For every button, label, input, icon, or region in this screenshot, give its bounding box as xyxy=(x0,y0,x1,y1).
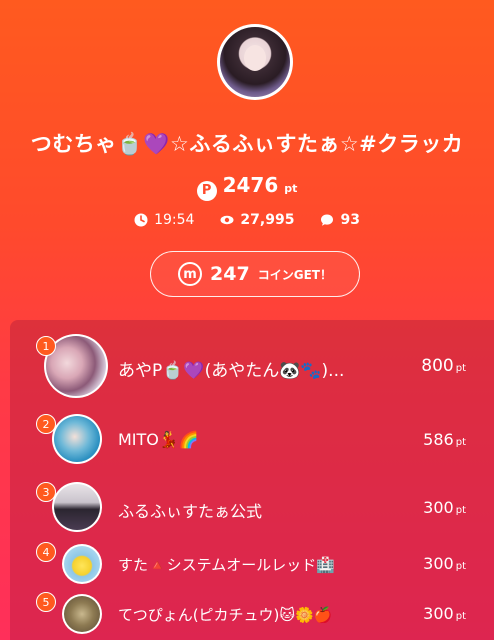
ranking-points: 300 pt xyxy=(423,554,466,573)
avatar-face xyxy=(244,45,266,71)
ranking-avatar xyxy=(52,414,102,464)
rank-badge: 3 xyxy=(36,482,56,502)
stat-comments: 93 xyxy=(320,212,360,228)
ranking-points: 800 pt xyxy=(421,356,466,376)
points-value: 2476 xyxy=(222,173,279,197)
ranking-avatar xyxy=(52,482,102,532)
coin-amount: 247 xyxy=(210,263,250,285)
comment-icon xyxy=(321,214,334,226)
ranking-avatar xyxy=(62,544,102,584)
coin-get-button[interactable]: m 247 コインGET！ xyxy=(150,251,360,297)
profile-name: つむちゃ🍵💜☆ふるふぃすたぁ☆#クラッカ xyxy=(30,132,464,156)
rank-badge: 2 xyxy=(36,414,56,434)
clock-icon xyxy=(134,213,148,227)
time-value: 19:54 xyxy=(154,212,195,228)
ranking-row[interactable]: 2 MITO💃🌈 586 pt xyxy=(10,412,494,468)
ranking-name: MITO💃🌈 xyxy=(118,430,199,449)
ranking-name: てつぴょん(ピカチュウ)🐱🌼🍎 xyxy=(118,606,333,624)
ranking-name: ふるふぃすたぁ公式 xyxy=(118,502,263,521)
rank-badge: 5 xyxy=(36,592,56,612)
m-coin-icon: m xyxy=(178,262,203,286)
eye-icon xyxy=(220,215,234,225)
stats-row: 19:54 27,995 93 xyxy=(0,212,494,228)
coin-label: コインGET！ xyxy=(257,267,332,282)
ranking-name: あやP🍵💜(あやたん🐼🐾)... xyxy=(118,361,345,381)
ranking-avatar xyxy=(62,594,102,634)
ranking-name: すた🔺システムオールレッド🏥 xyxy=(118,556,335,574)
ranking-row[interactable]: 3 ふるふぃすたぁ公式 300 pt xyxy=(10,480,494,536)
ranking-points: 300 pt xyxy=(423,604,466,623)
ranking-points: 586 pt xyxy=(423,430,466,449)
stat-views: 27,995 xyxy=(220,212,294,228)
rank-badge: 4 xyxy=(36,542,56,562)
stat-time: 19:54 xyxy=(134,212,194,228)
ranking-row[interactable]: 4 すた🔺システムオールレッド🏥 300 pt xyxy=(10,542,494,588)
p-points-icon: P xyxy=(196,180,217,201)
points-summary: P 2476 pt xyxy=(0,173,494,201)
rank-badge: 1 xyxy=(36,336,56,356)
ranking-points: 300 pt xyxy=(423,498,466,517)
avatar-image xyxy=(220,27,290,97)
profile-avatar[interactable] xyxy=(217,24,293,100)
ranking-row[interactable]: 5 てつぴょん(ピカチュウ)🐱🌼🍎 300 pt xyxy=(10,592,494,638)
comments-value: 93 xyxy=(340,212,360,228)
ranking-panel: 1 あやP🍵💜(あやたん🐼🐾)... 800 pt 2 MITO💃🌈 586 pt … xyxy=(10,320,494,640)
ranking-row[interactable]: 1 あやP🍵💜(あやたん🐼🐾)... 800 pt xyxy=(10,332,494,402)
points-unit: pt xyxy=(284,182,298,195)
views-value: 27,995 xyxy=(240,212,295,228)
